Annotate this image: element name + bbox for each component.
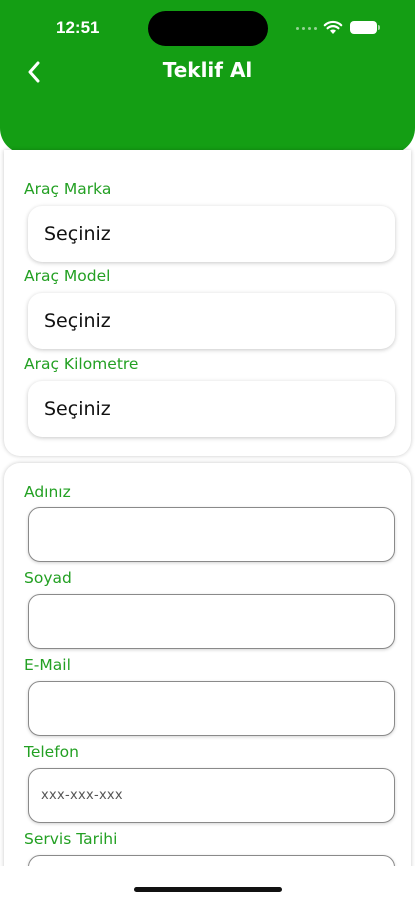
cellular-signal-icon xyxy=(296,27,317,30)
home-indicator xyxy=(134,887,282,892)
email-label: E-Mail xyxy=(24,656,71,674)
battery-icon xyxy=(350,21,380,34)
app-header: 12:51 Teklif Al xyxy=(0,0,415,154)
contact-info-card: Adınız Soyad E-Mail Telefon Servis Tarih… xyxy=(4,463,411,900)
name-label: Adınız xyxy=(24,483,71,501)
dynamic-island xyxy=(148,11,268,46)
kilometre-select[interactable]: Seçiniz xyxy=(28,381,395,437)
kilometre-label: Araç Kilometre xyxy=(24,355,139,373)
phone-label: Telefon xyxy=(24,743,79,761)
surname-input[interactable] xyxy=(28,594,395,649)
brand-select[interactable]: Seçiniz xyxy=(28,206,395,262)
bottom-safe-area xyxy=(0,866,415,900)
brand-label: Araç Marka xyxy=(24,180,112,198)
surname-label: Soyad xyxy=(24,569,72,587)
name-input[interactable] xyxy=(28,507,395,562)
wifi-icon xyxy=(323,20,343,34)
vehicle-info-card: Araç Marka Seçiniz Araç Model Seçiniz Ar… xyxy=(4,150,411,456)
model-label: Araç Model xyxy=(24,267,111,285)
status-time: 12:51 xyxy=(56,18,100,37)
model-select[interactable]: Seçiniz xyxy=(28,293,395,349)
email-input[interactable] xyxy=(28,681,395,736)
phone-input[interactable] xyxy=(28,768,395,823)
page-title: Teklif Al xyxy=(162,58,253,82)
service-date-label: Servis Tarihi xyxy=(24,830,118,848)
